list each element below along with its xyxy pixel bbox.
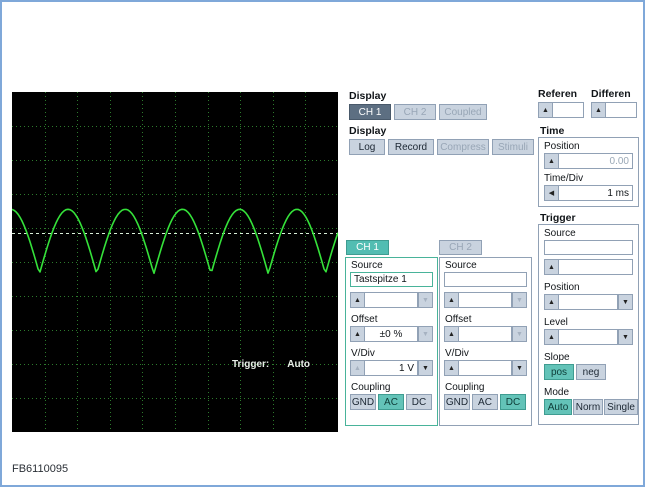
ch1-coupling-ac-button[interactable]: AC [378, 394, 404, 410]
ch1-source-label: Source [351, 260, 383, 271]
ch1-source-down-arrow-button: ▼ [418, 292, 433, 308]
slope-pos-button[interactable]: pos [544, 364, 574, 380]
record-button[interactable]: Record [388, 139, 434, 155]
trigger-position-label: Position [544, 282, 580, 293]
ch2-source-up-arrow-button[interactable]: ▲ [444, 292, 459, 308]
scope-trigger-value: Auto [287, 359, 311, 370]
timediv-label: Time/Div [544, 173, 584, 184]
ch1-coupling-label: Coupling [351, 382, 391, 393]
ch2-source-spinner: ▲ ▼ [444, 292, 527, 308]
ch2-coupling-dc-button[interactable]: DC [500, 394, 526, 410]
mode-single-button[interactable]: Single [604, 399, 638, 415]
display-coupled-button: Coupled [439, 104, 487, 120]
ch2-vdiv-up-arrow-button[interactable]: ▲ [444, 360, 459, 376]
ch2-coupling-ac-button[interactable]: AC [472, 394, 498, 410]
trigger-position-up-arrow-button[interactable]: ▲ [544, 294, 559, 310]
ch1-vdiv-spinner: ▲ 1 V ▼ [350, 360, 433, 376]
trigger-position-value[interactable] [559, 294, 618, 310]
trigger-source-spin-field[interactable] [559, 259, 633, 275]
display-channel-group-label: Display [349, 90, 387, 102]
ch2-coupling-label: Coupling [445, 382, 485, 393]
difference-up-arrow-button[interactable]: ▲ [591, 102, 606, 118]
ch2-offset-value[interactable] [459, 326, 512, 342]
ch1-source-spinner: ▲ ▼ [350, 292, 433, 308]
trigger-group-label: Trigger [540, 212, 576, 224]
ch2-source-label: Source [445, 260, 477, 271]
ch1-vdiv-label: V/Div [351, 348, 375, 359]
ch1-offset-up-arrow-button[interactable]: ▲ [350, 326, 365, 342]
slope-neg-button[interactable]: neg [576, 364, 606, 380]
ch1-source-field[interactable]: Tastspitze 1 [350, 272, 433, 287]
ch1-offset-label: Offset [351, 314, 378, 325]
difference-label: Differen [591, 88, 631, 100]
ch2-vdiv-label: V/Div [445, 348, 469, 359]
ch1-vdiv-value[interactable]: 1 V [365, 360, 418, 376]
ch2-vdiv-down-arrow-button[interactable]: ▼ [512, 360, 527, 376]
compress-button: Compress [437, 139, 489, 155]
tab-ch2[interactable]: CH 2 [439, 240, 482, 255]
ch2-vdiv-value[interactable] [459, 360, 512, 376]
timediv-left-arrow-button[interactable]: ◀ [544, 185, 559, 201]
display-ch2-button: CH 2 [394, 104, 436, 120]
ch2-offset-label: Offset [445, 314, 472, 325]
timediv-value[interactable]: 1 ms [559, 185, 633, 201]
difference-value-field[interactable] [606, 102, 637, 118]
trigger-position-down-arrow-button[interactable]: ▼ [618, 294, 633, 310]
display-ch1-button[interactable]: CH 1 [349, 104, 391, 120]
stimuli-button: Stimuli [492, 139, 534, 155]
time-position-label: Position [544, 141, 580, 152]
trigger-level-label: Level [544, 317, 568, 328]
time-group-label: Time [540, 125, 565, 137]
ch2-source-spin-field[interactable] [459, 292, 512, 308]
ch1-source-spin-field[interactable] [365, 292, 418, 308]
ch1-vdiv-down-arrow-button[interactable]: ▼ [418, 360, 433, 376]
ch1-source-up-arrow-button[interactable]: ▲ [350, 292, 365, 308]
log-button[interactable]: Log [349, 139, 385, 155]
oscilloscope-screen [12, 92, 338, 432]
ch1-offset-down-arrow-button: ▼ [418, 326, 433, 342]
display-mode-group-label: Display [349, 125, 387, 137]
ch2-offset-up-arrow-button[interactable]: ▲ [444, 326, 459, 342]
reference-selector: ▲ [538, 102, 584, 118]
ch1-coupling-dc-button[interactable]: DC [406, 394, 432, 410]
scope-trigger-status: Trigger: Auto [232, 359, 310, 370]
ch2-source-down-arrow-button: ▼ [512, 292, 527, 308]
trigger-level-value[interactable] [559, 329, 618, 345]
figure-id-label: FB6110095 [12, 463, 69, 475]
mode-norm-button[interactable]: Norm [573, 399, 603, 415]
time-position-value[interactable]: 0.00 [559, 153, 633, 169]
trigger-slope-label: Slope [544, 352, 570, 363]
trigger-source-field[interactable] [544, 240, 633, 255]
oscilloscope-app: Trigger: Auto FB6110095 Display CH 1 CH … [0, 0, 645, 487]
ch1-coupling-gnd-button[interactable]: GND [350, 394, 376, 410]
trigger-level-up-arrow-button[interactable]: ▲ [544, 329, 559, 345]
trigger-source-label: Source [544, 228, 576, 239]
difference-selector: ▲ [591, 102, 637, 118]
trigger-level-down-arrow-button[interactable]: ▼ [618, 329, 633, 345]
trigger-mode-label: Mode [544, 387, 570, 398]
ch2-coupling-gnd-button[interactable]: GND [444, 394, 470, 410]
timediv-spinner: ◀ 1 ms [544, 185, 633, 201]
trigger-source-spinner: ▲ [544, 259, 633, 275]
reference-label: Referen [538, 88, 578, 100]
tab-ch1[interactable]: CH 1 [346, 240, 389, 255]
scope-trigger-label: Trigger: [232, 359, 270, 370]
ch1-offset-value[interactable]: ±0 % [365, 326, 418, 342]
ch2-offset-spinner: ▲ ▼ [444, 326, 527, 342]
ch2-offset-down-arrow-button: ▼ [512, 326, 527, 342]
reference-up-arrow-button[interactable]: ▲ [538, 102, 553, 118]
mode-auto-button[interactable]: Auto [544, 399, 572, 415]
ch2-source-field[interactable] [444, 272, 527, 287]
time-position-up-arrow-button[interactable]: ▲ [544, 153, 559, 169]
ch1-vdiv-up-arrow-button: ▲ [350, 360, 365, 376]
reference-value-field[interactable] [553, 102, 584, 118]
ch1-offset-spinner: ▲ ±0 % ▼ [350, 326, 433, 342]
trigger-position-spinner: ▲ ▼ [544, 294, 633, 310]
trigger-level-spinner: ▲ ▼ [544, 329, 633, 345]
ch2-vdiv-spinner: ▲ ▼ [444, 360, 527, 376]
trigger-source-up-arrow-button[interactable]: ▲ [544, 259, 559, 275]
time-position-spinner: ▲ 0.00 [544, 153, 633, 169]
